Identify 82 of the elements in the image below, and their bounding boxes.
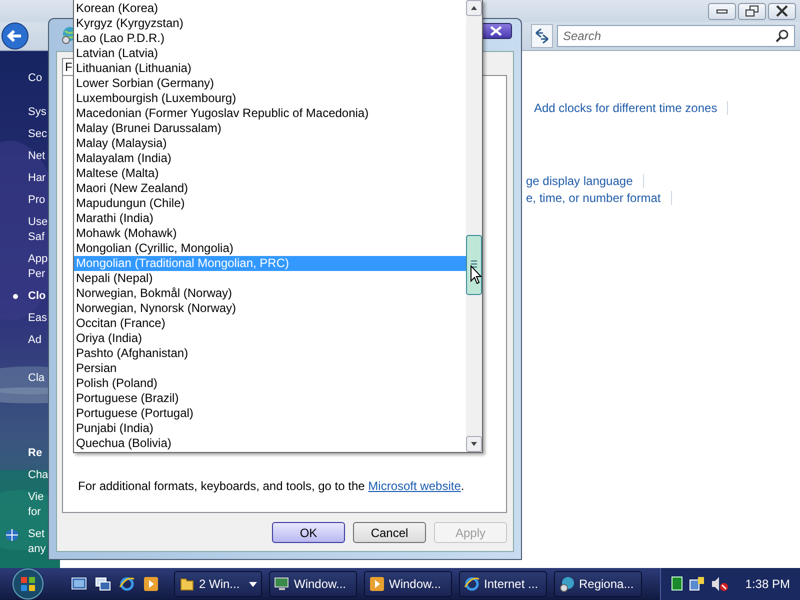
sidebar-link[interactable]: Sys (12, 105, 46, 120)
list-item[interactable]: Norwegian, Nynorsk (Norway) (74, 301, 466, 316)
close-button[interactable] (480, 23, 512, 39)
browser-icon (464, 576, 480, 592)
list-item[interactable]: Mapudungun (Chile) (74, 196, 466, 211)
sidebar-link[interactable]: Cha (12, 468, 48, 483)
taskbar-button[interactable]: Window... (364, 571, 452, 597)
list-item[interactable]: Lithuanian (Lithuania) (74, 61, 466, 76)
taskbar-button[interactable]: 2 Win... (174, 571, 262, 597)
sidebar-link[interactable]: Pro (12, 193, 46, 208)
list-item[interactable]: Lower Sorbian (Germany) (74, 76, 466, 91)
list-item[interactable]: Oriya (India) (74, 331, 466, 346)
list-item[interactable]: Maori (New Zealand) (74, 181, 466, 196)
list-item[interactable]: Macedonian (Former Yugoslav Republic of Macedonia) (74, 106, 466, 121)
search-icon (775, 29, 789, 43)
list-item[interactable]: Malay (Brunei Darussalam) (74, 121, 466, 136)
list-item[interactable]: Pashto (Afghanistan) (74, 346, 466, 361)
sidebar-link[interactable]: App Per (12, 252, 48, 282)
list-item[interactable]: Malayalam (India) (74, 151, 466, 166)
list-item[interactable]: Kyrgyz (Kyrgyzstan) (74, 16, 466, 31)
search-field[interactable]: Search (557, 25, 795, 47)
task-link[interactable]: ge display language (526, 174, 633, 188)
list-item[interactable]: Polish (Poland) (74, 376, 466, 391)
sidebar-link[interactable]: Net (12, 149, 46, 164)
taskbar-button[interactable]: Regiona... (554, 571, 642, 597)
globe-icon (559, 576, 575, 592)
media-icon (369, 576, 385, 592)
footer-note: For additional formats, keyboards, and tools, go to the Microsoft website. (78, 478, 466, 494)
taskbar-button[interactable]: Window... (269, 571, 357, 597)
sidebar-link[interactable]: Set any (12, 527, 46, 557)
list-item[interactable]: Latvian (Latvia) (74, 46, 466, 61)
list-item[interactable]: Marathi (India) (74, 211, 466, 226)
list-item[interactable]: Mohawk (Mohawk) (74, 226, 466, 241)
scroll-up-button[interactable] (466, 0, 482, 16)
sidebar-link[interactable]: Cla (28, 371, 45, 386)
sidebar-link[interactable]: Eas (12, 311, 47, 326)
clock: 1:38 PM (745, 577, 790, 591)
desktop-icon[interactable] (71, 576, 87, 592)
muted-speaker-icon (711, 576, 730, 592)
list-item[interactable]: Malay (Malaysia) (74, 136, 466, 151)
windows-icon[interactable] (95, 576, 111, 592)
ok-button[interactable]: OK (272, 522, 345, 543)
task-link[interactable]: e, time, or number format (526, 190, 661, 204)
sidebar-link[interactable]: Har (12, 171, 46, 186)
folder-icon (179, 576, 195, 592)
sidebar-link[interactable]: Vie for (12, 490, 44, 520)
list-item[interactable]: Mongolian (Cyrillic, Mongolia) (74, 241, 466, 256)
list-item[interactable]: Portuguese (Portugal) (74, 406, 466, 421)
refresh-icon[interactable] (531, 24, 553, 48)
cancel-button[interactable]: Cancel (353, 522, 426, 543)
back-button[interactable] (1, 22, 29, 50)
list-item[interactable]: Punjabi (India) (74, 421, 466, 436)
list-item[interactable]: Quechua (Bolivia) (74, 436, 466, 451)
browser-icon[interactable] (119, 576, 135, 592)
close-icon (775, 5, 789, 17)
list-item[interactable]: Occitan (France) (74, 316, 466, 331)
minimize-button[interactable] (708, 2, 736, 20)
microsoft-website-link[interactable]: Microsoft website (368, 479, 461, 493)
close-button[interactable] (768, 2, 796, 20)
restore-button[interactable] (738, 2, 766, 20)
shield-icon (5, 528, 19, 542)
list-item[interactable]: Persian (74, 361, 466, 376)
sidebar-heading: Re (28, 446, 42, 461)
list-item[interactable]: Lao (Lao P.D.R.) (74, 31, 466, 46)
close-icon (490, 26, 502, 36)
minimize-icon (715, 7, 729, 15)
scroll-down-button[interactable] (466, 436, 482, 452)
taskbar-button[interactable]: Internet ... (459, 571, 547, 597)
sidebar-link[interactable]: Sec (12, 127, 47, 142)
sidebar-link[interactable]: Co (28, 71, 42, 86)
list-item[interactable]: Norwegian, Bokmål (Norway) (74, 286, 466, 301)
list-item[interactable]: Maltese (Malta) (74, 166, 466, 181)
caret-icon (249, 582, 257, 586)
restore-icon (745, 5, 759, 17)
list-item[interactable]: Luxembourgish (Luxembourg) (74, 91, 466, 106)
sidebar-link[interactable]: Clo (12, 289, 46, 304)
sidebar-link[interactable]: Ad (12, 333, 42, 348)
sidebar-link[interactable]: Use Saf (12, 215, 48, 245)
media-icon[interactable] (143, 576, 159, 592)
list-item[interactable]: Nepali (Nepal) (74, 271, 466, 286)
list-item[interactable]: Portuguese (Brazil) (74, 391, 466, 406)
task-link[interactable]: Add clocks for different time zones (534, 100, 718, 114)
